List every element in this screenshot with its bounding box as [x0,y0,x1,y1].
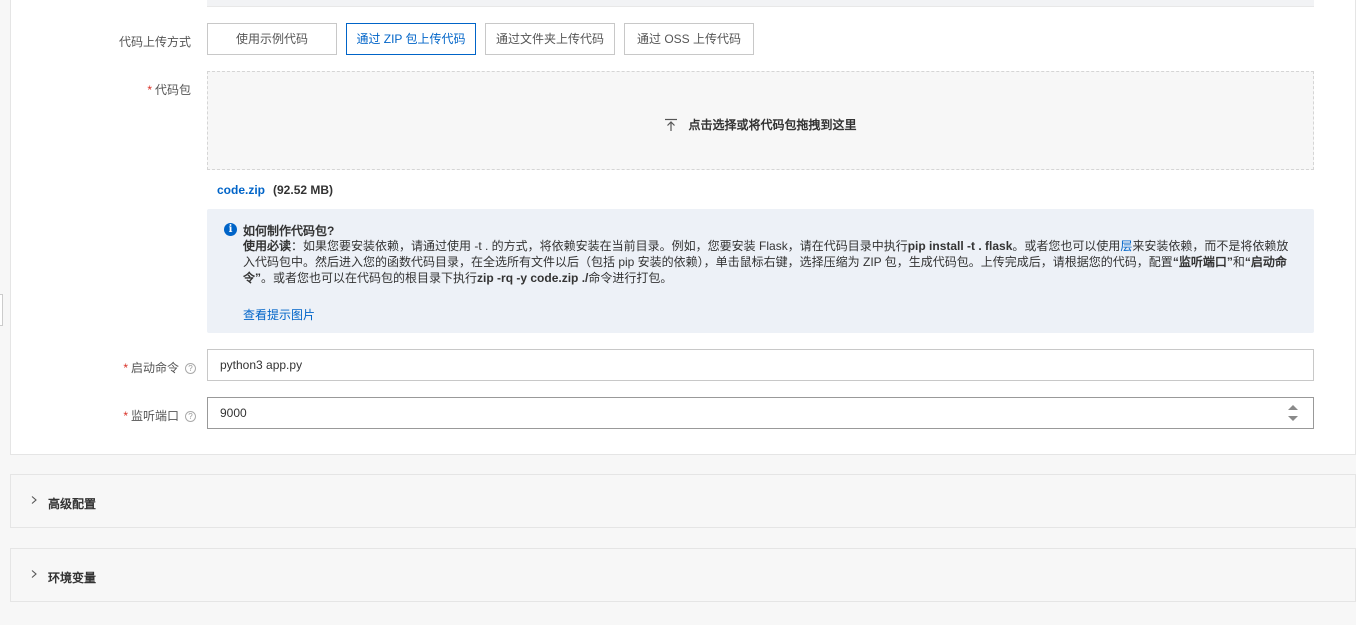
environment-variables-panel[interactable]: 环境变量 [10,548,1356,602]
method-zip-upload-button[interactable]: 通过 ZIP 包上传代码 [346,23,476,55]
start-command-label: * 启动命令? [16,359,196,376]
listen-port-value: 9000 [220,406,247,420]
advanced-config-panel[interactable]: 高级配置 [10,474,1356,528]
previous-section-strip [207,0,1314,7]
question-circle-icon[interactable]: ? [185,411,196,422]
dropzone-text: 点击选择或将代码包拖拽到这里 [688,118,857,132]
start-command-input[interactable]: python3 app.py [207,349,1314,381]
uploaded-file-size: (92.52 MB) [273,183,334,197]
method-sample-code-button[interactable]: 使用示例代码 [207,23,337,55]
view-tip-image-link[interactable]: 查看提示图片 [243,306,315,323]
uploaded-file-row: code.zip (92.52 MB) [217,183,333,197]
code-package-label: * 代码包 [147,83,191,97]
tip-title: 如何制作代码包? [243,224,335,238]
chevron-right-icon [31,570,37,578]
upload-method-label: 代码上传方式 [118,35,191,49]
required-mark: * [147,83,152,97]
uploaded-file-name[interactable]: code.zip [217,183,265,197]
upload-icon [665,118,678,131]
tip-body: 使用必读：如果您要安装依赖，请通过使用 -t . 的方式，将依赖安装在当前目录。… [243,239,1289,285]
side-edge-tab[interactable] [0,294,3,326]
listen-port-label: * 监听端口? [16,407,196,424]
environment-variables-title: 环境变量 [48,571,97,585]
method-folder-upload-button[interactable]: 通过文件夹上传代码 [485,23,615,55]
required-mark: * [123,409,128,423]
required-mark: * [123,361,128,375]
question-circle-icon[interactable]: ? [185,363,196,374]
chevron-right-icon [31,496,37,504]
dropzone-content: 点击选择或将代码包拖拽到这里 [208,116,1313,133]
layer-link[interactable]: 层 [1120,239,1132,253]
method-oss-upload-button[interactable]: 通过 OSS 上传代码 [624,23,754,55]
code-package-dropzone[interactable]: 点击选择或将代码包拖拽到这里 [207,71,1314,170]
info-icon: i [224,223,237,236]
stepper-down-icon [1288,416,1298,421]
number-stepper[interactable] [1287,402,1299,424]
advanced-config-title: 高级配置 [48,497,97,511]
stepper-up-icon [1288,405,1298,410]
listen-port-input[interactable]: 9000 [207,397,1314,429]
code-package-tip: i 如何制作代码包? 使用必读：如果您要安装依赖，请通过使用 -t . 的方式，… [207,209,1314,333]
